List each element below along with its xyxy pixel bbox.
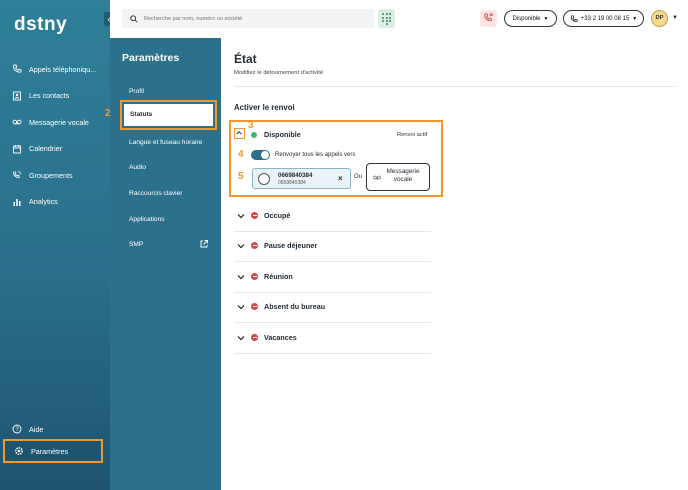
status-name: Pause déjeuner bbox=[264, 241, 318, 250]
missed-calls-button[interactable] bbox=[480, 10, 497, 27]
contact-avatar-icon bbox=[258, 173, 270, 185]
voicemail-icon bbox=[12, 120, 22, 125]
groups-icon bbox=[12, 171, 21, 179]
status-dropdown[interactable]: Disponible ▼ bbox=[504, 10, 557, 27]
nav-label-parametres: Paramètres bbox=[31, 446, 69, 456]
status-name: Réunion bbox=[264, 272, 293, 281]
phone-icon bbox=[570, 14, 578, 22]
page-subtitle: Modifiez le détournement d'activité bbox=[234, 70, 324, 76]
status-row-pause[interactable]: Pause déjeuner bbox=[234, 232, 431, 262]
gear-icon bbox=[14, 446, 24, 456]
status-dot-busy bbox=[251, 334, 258, 341]
or-label: Ou bbox=[354, 174, 363, 180]
forwarding-active-badge: Renvoi actif bbox=[397, 132, 428, 138]
chevron-up-icon bbox=[236, 131, 242, 135]
nav-item-messagerie[interactable]: Messagerie vocale bbox=[0, 109, 110, 136]
nav-label-analytics: Analytics bbox=[29, 197, 58, 207]
help-icon: ? bbox=[12, 424, 22, 434]
settings-item-statuts[interactable]: Statuts bbox=[124, 104, 213, 126]
nav-label-calendrier: Calendrier bbox=[29, 144, 63, 154]
status-dot-busy bbox=[251, 303, 258, 310]
nav-label-aide: Aide bbox=[29, 424, 44, 434]
status-dropdown-label: Disponible bbox=[512, 15, 541, 22]
chevron-down-icon bbox=[237, 305, 245, 310]
status-dot-busy bbox=[251, 242, 258, 249]
section-title: Activer le renvoi bbox=[234, 103, 295, 112]
settings-title: Paramètres bbox=[122, 52, 180, 64]
nav-item-calendrier[interactable]: Calendrier bbox=[0, 136, 110, 163]
status-row-vacances[interactable]: Vacances bbox=[234, 324, 431, 354]
annotation-2: 2 bbox=[105, 108, 111, 119]
status-name-disponible: Disponible bbox=[264, 130, 301, 139]
status-row-reunion[interactable]: Réunion bbox=[234, 263, 431, 293]
annotation-5: 5 bbox=[238, 171, 244, 182]
nav-label-contacts: Les contacts bbox=[29, 91, 70, 101]
status-row-occupe[interactable]: Occupé bbox=[234, 202, 431, 232]
nav-item-appels[interactable]: Appels téléphoniqu... bbox=[0, 56, 110, 83]
chevron-down-icon bbox=[237, 214, 245, 219]
nav-label-groupements: Groupements bbox=[29, 170, 73, 180]
nav-label-appels: Appels téléphoniqu... bbox=[29, 64, 97, 74]
avatar-chevron-down-icon[interactable]: ▼ bbox=[672, 15, 678, 21]
contacts-icon bbox=[13, 91, 21, 101]
status-dot-available bbox=[251, 132, 257, 138]
forward-all-label: Renvoyer tous les appels vers bbox=[275, 152, 356, 158]
status-name: Absent du bureau bbox=[264, 302, 326, 311]
chevron-down-icon: ▼ bbox=[632, 15, 638, 22]
status-row-absent[interactable]: Absent du bureau bbox=[234, 293, 431, 323]
chevron-down-icon bbox=[237, 244, 245, 249]
settings-item-raccourcis[interactable]: Raccourcis clavier bbox=[129, 190, 183, 197]
search-bar[interactable] bbox=[122, 9, 374, 28]
voicemail-forward-button[interactable]: Messagerie vocale bbox=[366, 163, 430, 191]
top-bar: Disponible ▼ +33 2 19 00 08 15 ▼ DP ▼ bbox=[110, 0, 688, 38]
voicemail-button-line2: vocale bbox=[393, 176, 413, 183]
status-dot-busy bbox=[251, 273, 258, 280]
nav-list: Appels téléphoniqu... Les contacts Messa… bbox=[0, 56, 110, 215]
forward-number-card[interactable]: 0669840384 0669840384 × bbox=[252, 168, 351, 189]
dstny-logo: dstny bbox=[14, 14, 68, 35]
chevron-down-icon bbox=[237, 275, 245, 280]
phone-icon bbox=[13, 64, 22, 73]
forward-number: 0669840384 bbox=[278, 172, 313, 179]
nav-item-parametres[interactable]: Paramètres bbox=[3, 439, 103, 463]
user-avatar[interactable]: DP bbox=[651, 10, 668, 27]
settings-item-smp[interactable]: SMP bbox=[129, 241, 143, 248]
page-title: État bbox=[234, 52, 257, 66]
external-link-icon[interactable] bbox=[199, 239, 209, 249]
nav-label-messagerie: Messagerie vocale bbox=[29, 117, 89, 127]
status-name: Vacances bbox=[264, 333, 297, 342]
status-name: Occupé bbox=[264, 211, 291, 220]
settings-item-applications[interactable]: Applications bbox=[129, 216, 165, 223]
search-icon bbox=[130, 14, 138, 23]
missed-call-icon bbox=[484, 13, 493, 22]
settings-item-profil[interactable]: Profil bbox=[129, 88, 144, 95]
settings-item-statuts-highlight: Statuts bbox=[120, 100, 217, 130]
calendar-icon bbox=[13, 144, 21, 154]
outgoing-number-dropdown[interactable]: +33 2 19 00 08 15 ▼ bbox=[563, 10, 644, 27]
nav-item-contacts[interactable]: Les contacts bbox=[0, 83, 110, 110]
chevron-down-icon: ▼ bbox=[543, 15, 549, 22]
main-navigation: dstny ‹ Appels téléphoniqu... Les contac… bbox=[0, 0, 120, 490]
forward-number-sub: 0669840384 bbox=[278, 180, 306, 186]
divider bbox=[234, 86, 676, 87]
chevron-down-icon bbox=[237, 336, 245, 341]
annotation-3: 3 bbox=[248, 120, 254, 131]
forward-all-toggle[interactable] bbox=[251, 150, 270, 160]
dialpad-button[interactable] bbox=[378, 9, 395, 28]
voicemail-button-line1: Messagerie bbox=[386, 168, 420, 175]
voicemail-icon bbox=[373, 175, 381, 180]
settings-item-audio[interactable]: Audio bbox=[129, 164, 146, 171]
annotation-4: 4 bbox=[238, 149, 244, 160]
nav-item-groupements[interactable]: Groupements bbox=[0, 162, 110, 189]
settings-item-langue[interactable]: Langue et fuseau horaire bbox=[129, 139, 202, 146]
chart-icon bbox=[13, 198, 21, 206]
search-input[interactable] bbox=[144, 15, 364, 22]
nav-item-analytics[interactable]: Analytics bbox=[0, 189, 110, 216]
settings-panel: Paramètres Profil Statuts Langue et fuse… bbox=[105, 38, 221, 490]
collapse-status-button[interactable] bbox=[234, 128, 245, 139]
remove-number-button[interactable]: × bbox=[338, 174, 343, 183]
status-dot-busy bbox=[251, 212, 258, 219]
main-content: État Modifiez le détournement d'activité… bbox=[221, 38, 688, 490]
outgoing-number-label: +33 2 19 00 08 15 bbox=[580, 15, 630, 22]
